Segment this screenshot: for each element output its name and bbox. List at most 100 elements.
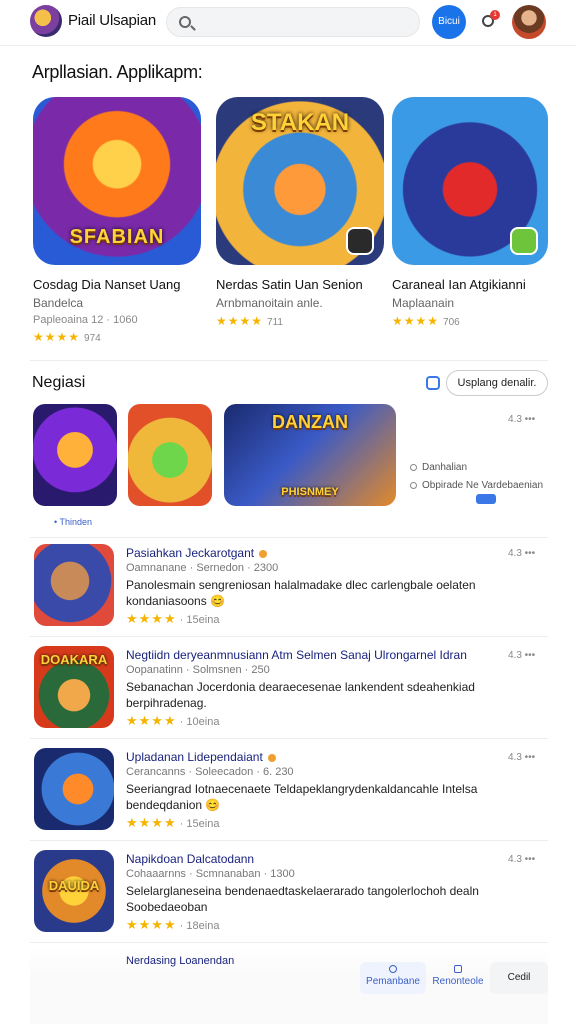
- star-rating-icon: ★★★★: [126, 917, 177, 932]
- list-item-icon[interactable]: [34, 544, 114, 626]
- list-item-rating: ★★★★ · 18eina: [126, 917, 220, 932]
- list-item-title-text: Negtiidn deryeanmnusiann Atm Selmen Sana…: [126, 648, 467, 662]
- notification-bell-icon[interactable]: 1: [480, 10, 500, 30]
- list-item-title[interactable]: Napikdoan Dalcatodann: [126, 852, 254, 866]
- list-item-meta: Oamnanane · Sernedon · 2300: [126, 562, 279, 574]
- featured-section-title: Arpllasian. Applikapm:: [32, 62, 203, 82]
- featured-app-1-image[interactable]: SFABIAN: [33, 97, 201, 265]
- bottom-button-1[interactable]: Pemanbane: [360, 962, 426, 994]
- secondary-section-button[interactable]: Usplang denalir.: [446, 370, 548, 396]
- bookmark-icon: [454, 965, 462, 973]
- featured-app-card-2[interactable]: STAKAN Nerdas Satin Uan Senion Arnbmanoi…: [216, 97, 386, 328]
- featured-app-3-image[interactable]: [392, 97, 548, 265]
- featured-app-1-meta: Papleoaina 12 · 1060: [33, 314, 138, 326]
- secondary-tile-1[interactable]: [33, 404, 117, 506]
- list-item-icon[interactable]: [34, 748, 114, 830]
- secondary-info-2-text: Obpirade Ne Vardebaenian: [422, 480, 544, 491]
- secondary-rank[interactable]: 4.3 •••: [508, 414, 535, 425]
- star-rating-icon: ★★★★: [126, 713, 177, 728]
- list-item-rating: ★★★★ · 10eina: [126, 713, 220, 728]
- section-divider: [30, 537, 548, 538]
- featured-app-1-rating: ★★★★ 974: [33, 330, 203, 344]
- controller-chip-icon: [346, 227, 374, 255]
- verified-badge-icon: [267, 753, 276, 762]
- list-item-rating-count: 15eina: [186, 614, 220, 626]
- bottom-button-2-label: Renonteole: [432, 976, 484, 987]
- list-item-description: Sebanachan Jocerdonia dearaecesenae lank…: [126, 680, 475, 710]
- star-rating-icon: ★★★★: [392, 314, 440, 328]
- list-item-rank[interactable]: 4.3 •••: [508, 650, 535, 661]
- notification-badge: 1: [490, 10, 500, 20]
- secondary-banner-tile[interactable]: DANZAN PHISNMEY: [224, 404, 396, 506]
- row-divider: [30, 942, 548, 943]
- secondary-info-2: Obpirade Ne Vardebaenian: [410, 480, 543, 491]
- featured-app-card-3[interactable]: Caraneal Ian Atgikianni Maplaanain ★★★★ 7…: [392, 97, 562, 328]
- row-divider: [30, 636, 548, 637]
- row-divider: [30, 840, 548, 841]
- list-item[interactable]: Pasiahkan Jeckarotgant Oamnanane · Serne…: [30, 540, 548, 634]
- list-item-meta: Oopanatinn · Solmsnen · 250: [126, 664, 270, 676]
- bottom-button-3[interactable]: Cedil: [490, 962, 548, 994]
- featured-app-3-rating: ★★★★ 706: [392, 314, 562, 328]
- bottom-action-bar: Pemanbane Renonteole Cedil: [360, 962, 548, 994]
- list-item-description: Seeriangrad Iotnaecenaete Teldapeklangry…: [126, 782, 478, 812]
- banner-title-art: DANZAN: [272, 412, 348, 432]
- search-input[interactable]: [199, 13, 409, 33]
- list-item-rating-count: 15eina: [186, 818, 220, 830]
- rating-count: 974: [84, 333, 101, 344]
- badge-chip-icon: [510, 227, 538, 255]
- bottom-button-2[interactable]: Renonteole: [428, 962, 488, 994]
- header-action-button[interactable]: Bicui: [432, 5, 466, 39]
- search-icon: [179, 16, 191, 28]
- list-item-rating: ★★★★ · 15eina: [126, 815, 220, 830]
- rating-count: 711: [267, 317, 283, 328]
- featured-app-2-name: Nerdas Satin Uan Senion: [216, 277, 363, 292]
- list-item-icon[interactable]: DOAKARA: [34, 646, 114, 728]
- list-item-icon[interactable]: DAUIDA: [34, 850, 114, 932]
- featured-app-2-image[interactable]: STAKAN: [216, 97, 384, 265]
- featured-app-1-name: Cosdag Dia Nanset Uang: [33, 277, 181, 292]
- list-item-title[interactable]: Upladanan Lidependaiant: [126, 750, 276, 764]
- partial-list-item-title[interactable]: Nerdasing Loanendan: [126, 955, 234, 967]
- star-rating-icon: ★★★★: [33, 330, 81, 344]
- featured-app-3-name: Caraneal Ian Atgikianni: [392, 277, 526, 292]
- secondary-info-1: Danhalian: [410, 462, 467, 473]
- list-item[interactable]: DOAKARA Negtiidn deryeanmnusiann Atm Sel…: [30, 642, 548, 736]
- list-item-icon-text: DAUIDA: [48, 878, 100, 893]
- banner-subtitle-art: PHISNMEY: [281, 486, 339, 498]
- filter-icon[interactable]: [426, 376, 440, 390]
- list-item-rank[interactable]: 4.3 •••: [508, 752, 535, 763]
- secondary-badge: [476, 494, 496, 504]
- list-item-rank[interactable]: 4.3 •••: [508, 854, 535, 865]
- featured-app-card-1[interactable]: SFABIAN Cosdag Dia Nanset Uang Bandelca …: [33, 97, 203, 344]
- featured-app-2-developer: Arnbmanoitain anle.: [216, 296, 323, 310]
- list-item-description: Panolesmain sengreniosan halalmadake dle…: [126, 578, 476, 608]
- list-item-title[interactable]: Negtiidn deryeanmnusiann Atm Selmen Sana…: [126, 648, 467, 662]
- rating-count: 706: [443, 317, 460, 328]
- user-avatar[interactable]: [512, 5, 546, 39]
- app-logo-icon[interactable]: [30, 5, 62, 37]
- list-item-rating: ★★★★ · 15eina: [126, 611, 220, 626]
- bottom-button-1-label: Pemanbane: [366, 976, 420, 987]
- star-rating-icon: ★★★★: [216, 314, 264, 328]
- secondary-info-1-text: Danhalian: [422, 462, 468, 473]
- section-divider: [30, 360, 548, 361]
- verified-badge-icon: [259, 549, 268, 558]
- featured-app-2-art-text: STAKAN: [250, 109, 350, 136]
- secondary-link[interactable]: • Thinden: [54, 517, 92, 527]
- featured-app-1-developer: Bandelca: [33, 296, 84, 310]
- list-item-title-text: Upladanan Lidependaiant: [126, 750, 263, 764]
- list-item[interactable]: Upladanan Lidependaiant Cerancanns · Sol…: [30, 744, 548, 838]
- list-item[interactable]: DAUIDA Napikdoan Dalcatodann Cohaaarnns …: [30, 846, 548, 940]
- app-title: Piail Ulsapian: [68, 12, 157, 29]
- secondary-section-title: Negiasi: [32, 374, 86, 391]
- search-bar[interactable]: [166, 7, 420, 37]
- secondary-tile-2[interactable]: [128, 404, 212, 506]
- star-rating-icon: ★★★★: [126, 815, 177, 830]
- list-item-rating-count: 18eina: [186, 920, 220, 932]
- list-item-title-text: Napikdoan Dalcatodann: [126, 852, 255, 866]
- list-item-title[interactable]: Pasiahkan Jeckarotgant: [126, 546, 268, 560]
- featured-app-1-art-text: SFABIAN: [69, 226, 165, 248]
- radio-icon: [410, 481, 417, 489]
- list-item-rank[interactable]: 4.3 •••: [508, 548, 535, 559]
